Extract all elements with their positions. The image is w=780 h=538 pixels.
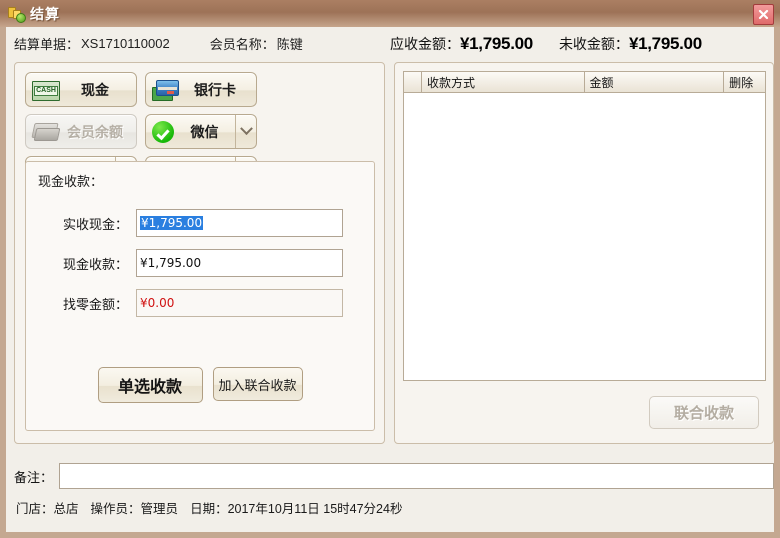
receivable-amount: ¥1,795.00 [460, 33, 533, 53]
cash-payment-group: 现金收款： 实收现金： ¥1,795.00 现金收款： ¥1,795.00 找零… [25, 161, 375, 431]
title-bar: 结算 [0, 0, 780, 27]
wechat-dropdown-toggle[interactable] [235, 115, 256, 148]
add-to-joint-payment-button[interactable]: 加入联合收款 [212, 367, 303, 401]
payment-entry-panel: CASH 现金 银行卡 会员余额 微信 现金收款： 实收现金： ¥1,795.0… [14, 62, 385, 444]
close-icon[interactable] [753, 4, 774, 25]
bank-card-icon [152, 79, 179, 101]
store-label: 门店： [16, 502, 54, 516]
remark-label: 备注： [14, 469, 54, 485]
actual-cash-input[interactable]: ¥1,795.00 [136, 209, 343, 237]
payment-method-bank-card-label: 银行卡 [194, 81, 236, 98]
order-no-value: XS1710110002 [81, 36, 170, 51]
settlement-icon [7, 6, 26, 23]
field-row-actual-cash: 实收现金： ¥1,795.00 [26, 208, 374, 238]
status-footer: 门店：总店 操作员：管理员 日期：2017年10月11日 15时47分24秒 [16, 498, 402, 517]
remark-input[interactable] [59, 463, 774, 489]
payment-method-wechat-label: 微信 [190, 123, 219, 140]
member-name-label: 会员名称： [209, 37, 275, 52]
change-amount-input: ¥0.00 [136, 289, 343, 317]
wechat-icon [152, 120, 178, 143]
payment-method-cash-label: 现金 [81, 81, 109, 98]
window-title: 结算 [30, 5, 60, 22]
member-balance-icon [31, 121, 61, 143]
cash-received-input[interactable]: ¥1,795.00 [136, 249, 343, 277]
payment-table[interactable]: 收款方式 金额 删除 [403, 71, 766, 381]
payment-method-member-balance: 会员余额 [25, 114, 137, 149]
actual-cash-value: ¥1,795.00 [140, 216, 204, 230]
change-amount-value: ¥0.00 [140, 296, 175, 310]
payment-list-panel: 收款方式 金额 删除 联合收款 [394, 62, 774, 444]
payment-method-wechat[interactable]: 微信 [145, 114, 257, 149]
actual-cash-label: 实收现金： [62, 216, 128, 232]
table-header-method: 收款方式 [422, 72, 585, 92]
operator-value: 管理员 [140, 502, 179, 516]
single-payment-button[interactable]: 单选收款 [97, 367, 203, 403]
date-label: 日期： [190, 502, 228, 516]
settlement-window: 结算 结算单据： XS1710110002 会员名称： 陈键 应收金额： ¥1,… [0, 0, 780, 538]
joint-payment-button: 联合收款 [649, 396, 759, 429]
table-header-amount: 金额 [585, 72, 725, 92]
header-info: 结算单据： XS1710110002 会员名称： 陈键 应收金额： ¥1,795… [6, 27, 774, 60]
receivable-label: 应收金额： [390, 35, 460, 52]
change-amount-label: 找零金额： [62, 296, 128, 312]
cash-received-label: 现金收款： [62, 256, 128, 272]
cash-group-title: 现金收款： [38, 174, 104, 189]
payment-method-cash[interactable]: CASH 现金 [25, 72, 137, 107]
store-value: 总店 [53, 502, 79, 516]
chevron-down-icon [239, 122, 253, 136]
cash-received-value: ¥1,795.00 [140, 256, 202, 270]
table-header-delete: 删除 [729, 75, 754, 90]
table-header-selector [404, 72, 422, 92]
payment-method-member-balance-label: 会员余额 [67, 123, 123, 140]
table-header-row: 收款方式 金额 删除 [404, 72, 765, 93]
order-no-label: 结算单据： [14, 37, 80, 52]
unpaid-amount: ¥1,795.00 [628, 33, 702, 53]
cash-icon: CASH [32, 79, 60, 101]
remark-row: 备注： [14, 462, 774, 490]
payment-method-bank-card[interactable]: 银行卡 [145, 72, 257, 107]
date-value: 2017年10月11日 15时47分24秒 [227, 502, 403, 516]
cash-action-buttons: 单选收款 加入联合收款 [26, 367, 374, 403]
unpaid-label: 未收金额： [558, 35, 629, 52]
field-row-change: 找零金额： ¥0.00 [26, 288, 374, 318]
table-body[interactable] [404, 93, 765, 380]
member-name-value: 陈键 [276, 37, 303, 52]
operator-label: 操作员： [90, 502, 141, 516]
field-row-cash-received: 现金收款： ¥1,795.00 [26, 248, 374, 278]
